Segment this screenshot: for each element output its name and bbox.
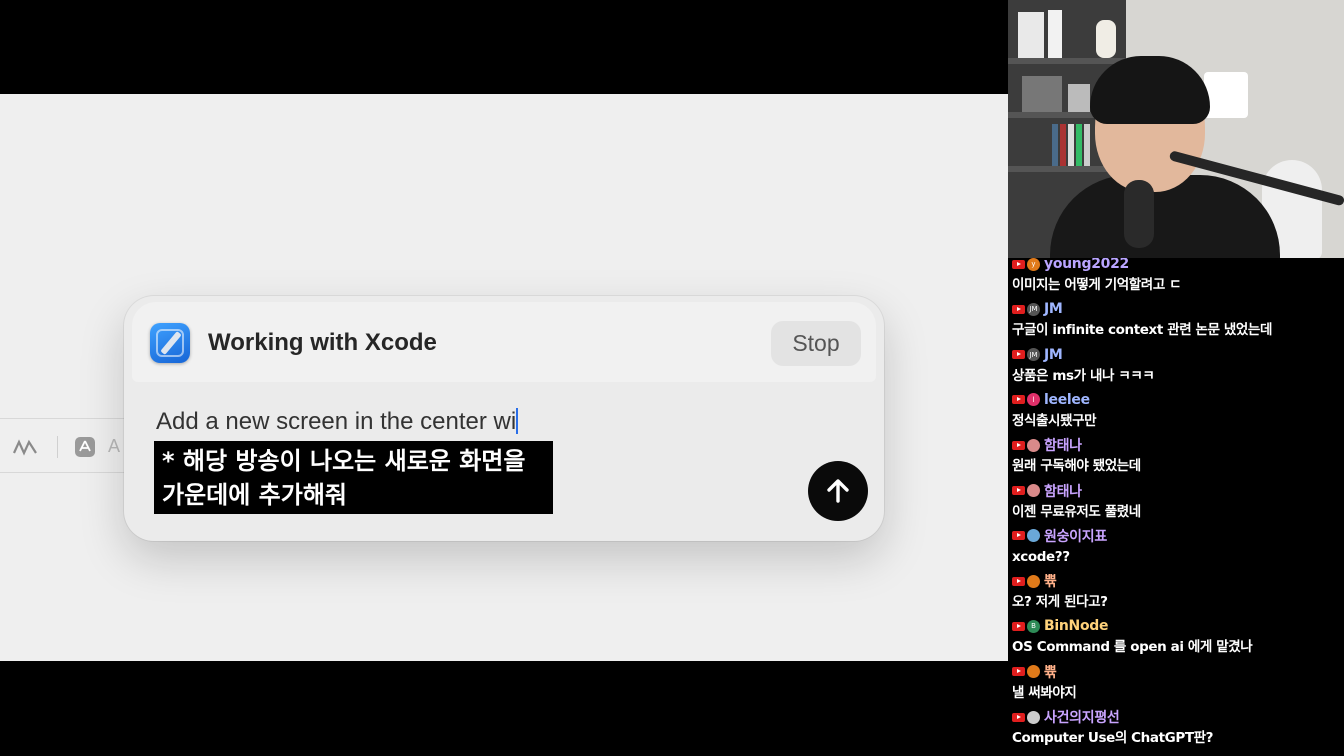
chat-author[interactable]: 쀾 (1044, 571, 1057, 591)
toolbar-divider (0, 418, 140, 419)
arrow-up-icon (827, 479, 849, 503)
chat-author[interactable]: 쀾 (1044, 662, 1057, 682)
youtube-icon (1012, 395, 1025, 405)
chat-message: JM JM 상품은 ms가 내나 ㅋㅋㅋ (1012, 345, 1342, 387)
youtube-icon (1012, 712, 1025, 722)
chat-message-header: y young2022 (1012, 258, 1342, 274)
video-subtitle: * 해당 방송이 나오는 새로운 화면을 가운데에 추가해줘 (154, 441, 553, 514)
chat-text: 정식출시됐구만 (1012, 412, 1097, 429)
chat-message: B BinNode OS Command 를 open ai 에게 맡겼나 (1012, 616, 1342, 658)
chat-message: l leelee 정식출시됐구만 (1012, 390, 1342, 432)
chat-message-header: B BinNode (1012, 616, 1342, 636)
chat-author[interactable]: 함태나 (1044, 435, 1082, 455)
chat-text: OS Command 를 open ai 에게 맡겼나 (1012, 639, 1253, 656)
youtube-icon (1012, 667, 1025, 677)
chat-message-header: 쀾 (1012, 571, 1342, 591)
chat-text: 원래 구독해야 됐었는데 (1012, 458, 1141, 475)
chat-author[interactable]: 함태나 (1044, 481, 1082, 501)
chat-message-header: JM JM (1012, 299, 1342, 319)
avatar: y (1027, 258, 1040, 271)
signature-icon[interactable] (12, 438, 40, 456)
chat-text: 구글이 infinite context 관련 논문 냈었는데 (1012, 322, 1272, 339)
youtube-icon (1012, 350, 1025, 360)
chat-message: 사건의지평선 Computer Use의 ChatGPT판? (1012, 707, 1342, 749)
toolbar-label: A (108, 436, 121, 456)
chat-message-header: 사건의지평선 (1012, 707, 1342, 727)
chat-message-header: 함태나 (1012, 435, 1342, 455)
youtube-icon (1012, 576, 1025, 586)
chat-message-header: 원숭이지표 (1012, 526, 1342, 546)
chat-message-header: JM JM (1012, 345, 1342, 365)
chat-text: 이미지는 어떻게 기억할려고 ㄷ (1012, 277, 1182, 293)
avatar (1027, 665, 1040, 679)
avatar (1027, 574, 1040, 588)
chat-text: Computer Use의 ChatGPT판? (1012, 730, 1214, 746)
chat-author[interactable]: 사건의지평선 (1044, 707, 1120, 727)
chat-text: 상품은 ms가 내나 ㅋㅋㅋ (1012, 367, 1155, 384)
prompt-text: Add a new screen in the center wi (156, 408, 517, 435)
chat-author[interactable]: JM (1044, 301, 1063, 317)
youtube-icon (1012, 531, 1025, 541)
chat-author[interactable]: BinNode (1044, 618, 1109, 634)
chat-text: xcode?? (1012, 548, 1070, 565)
avatar: B (1027, 619, 1040, 633)
youtube-icon (1012, 621, 1025, 631)
chat-author[interactable]: young2022 (1044, 258, 1129, 272)
avatar: JM (1027, 302, 1040, 316)
avatar (1027, 710, 1040, 724)
chat-author[interactable]: JM (1044, 347, 1063, 363)
panel-title: Working with Xcode (208, 329, 437, 356)
chat-text: 낼 써봐야지 (1012, 684, 1077, 701)
send-button[interactable] (808, 461, 868, 521)
xcode-icon (150, 323, 190, 363)
chat-message: 함태나원래 구독해야 됐었는데 (1012, 435, 1342, 477)
chat-message-header: 쀾 (1012, 662, 1342, 682)
avatar: l (1027, 393, 1040, 407)
chat-message-header: 함태나 (1012, 481, 1342, 501)
text-caret (516, 408, 519, 434)
youtube-award (1204, 72, 1248, 118)
chat-message: 원숭이지표 xcode?? (1012, 526, 1342, 568)
youtube-icon (1012, 304, 1025, 314)
stop-button[interactable]: Stop (771, 321, 861, 366)
chat-message: JM JM 구글이 infinite context 관련 논문 냈었는데 (1012, 299, 1342, 341)
youtube-icon (1012, 440, 1025, 450)
chat-message: y young2022 이미지는 어떻게 기억할려고 ㄷ (1012, 258, 1342, 296)
chat-author[interactable]: 원숭이지표 (1044, 526, 1107, 546)
subtitle-line: 가운데에 추가해줘 (162, 481, 347, 509)
app-store-icon[interactable] (74, 436, 96, 458)
chat-message: 함태나이젠 무료유저도 풀렸네 (1012, 481, 1342, 523)
subtitle-line: * 해당 방송이 나오는 새로운 화면을 (162, 447, 526, 475)
chat-message-header: l leelee (1012, 390, 1342, 410)
screen-share: A Working with Xcode Stop Add a new scre… (0, 94, 1008, 661)
avatar (1027, 438, 1040, 452)
chat-text: 오? 저게 된다고? (1012, 594, 1108, 611)
toolbar-separator (57, 436, 58, 458)
panel-header: Working with Xcode Stop (132, 302, 876, 382)
chat-author[interactable]: leelee (1044, 392, 1090, 408)
chat-message: 쀾낼 써봐야지 (1012, 662, 1342, 704)
chat-message: 쀾오? 저게 된다고? (1012, 571, 1342, 613)
avatar: JM (1027, 348, 1040, 362)
youtube-icon (1012, 259, 1025, 269)
avatar (1027, 484, 1040, 497)
live-chat: y young2022 이미지는 어떻게 기억할려고 ㄷ JM JM 구글이 infini… (1008, 258, 1344, 756)
microphone (1124, 180, 1154, 248)
youtube-icon (1012, 486, 1025, 495)
prompt-input[interactable]: Add a new screen in the center wi (156, 408, 519, 436)
toolbar-divider (0, 472, 140, 473)
chat-text: 이젠 무료유저도 풀렸네 (1012, 503, 1141, 520)
avatar (1027, 529, 1040, 543)
